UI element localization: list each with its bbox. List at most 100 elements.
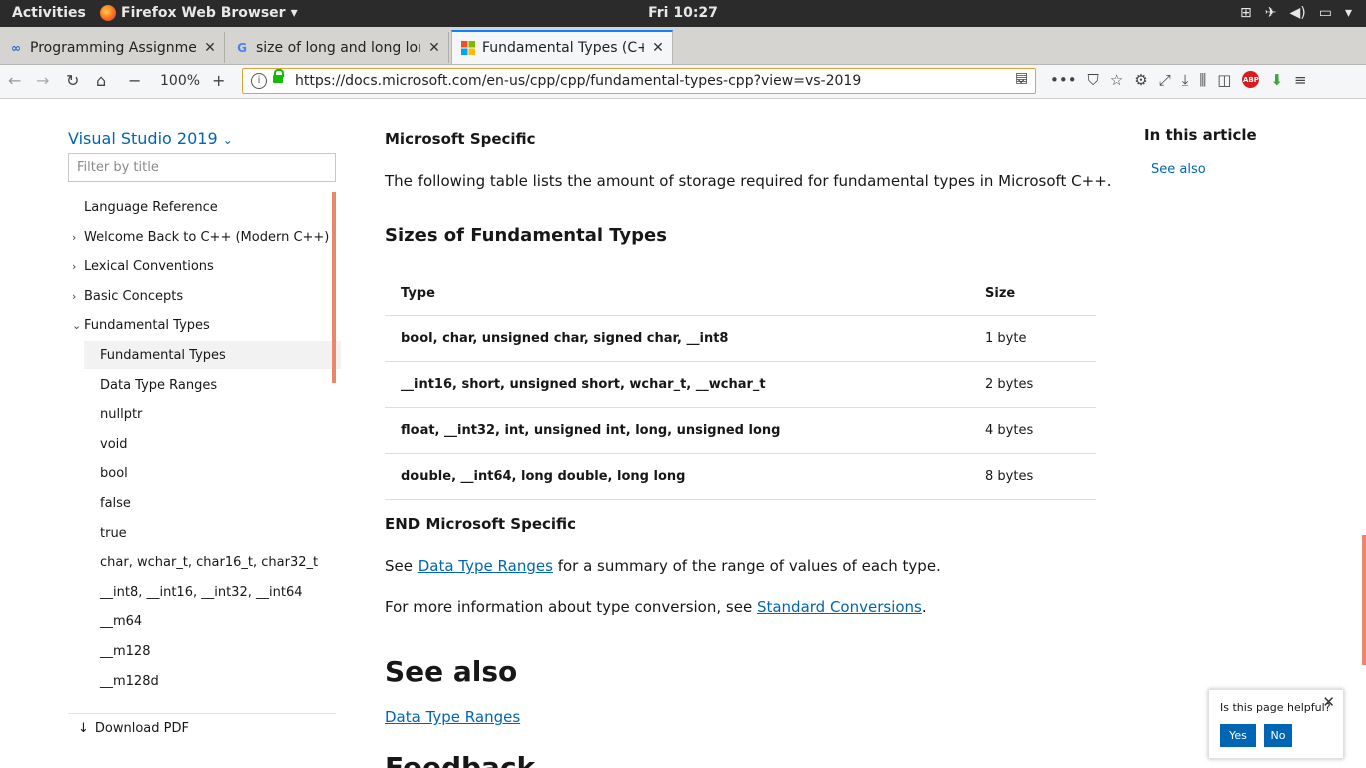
in-this-article-see-also-link[interactable]: See also: [1151, 162, 1206, 177]
pocket-icon[interactable]: ⛉: [1088, 71, 1099, 89]
toc-item-m64[interactable]: __m64: [68, 607, 358, 635]
close-icon[interactable]: ✕: [1322, 693, 1335, 711]
url-text[interactable]: https://docs.microsoft.com/en-us/cpp/cpp…: [295, 73, 861, 89]
sidebar-icon[interactable]: ◫: [1217, 71, 1231, 89]
close-tab-icon[interactable]: ✕: [426, 40, 442, 56]
end-microsoft-specific-heading: END Microsoft Specific: [385, 515, 577, 533]
toc-item-welcome-back[interactable]: › Welcome Back to C++ (Modern C++): [68, 223, 342, 251]
type-cell: double, __int64, long double, long long: [385, 453, 969, 500]
page-actions-icon[interactable]: •••: [1050, 71, 1077, 89]
microsoft-logo-icon: [460, 40, 476, 56]
column-header-type: Type: [385, 271, 969, 316]
tab-strip: ∞ Programming Assignment ✕ G size of lon…: [0, 27, 1366, 84]
back-arrow-icon[interactable]: ←: [8, 71, 21, 90]
chevron-down-icon[interactable]: ▾: [1345, 5, 1352, 21]
tab-title: size of long and long long: [256, 39, 420, 56]
toc-item-fundamental-types[interactable]: Fundamental Types: [84, 341, 341, 369]
info-icon[interactable]: i: [251, 73, 267, 89]
airplane-mode-icon[interactable]: ✈: [1265, 5, 1277, 21]
zoom-out-icon[interactable]: −: [128, 71, 141, 90]
battery-icon[interactable]: ▭: [1319, 5, 1332, 21]
activities-button[interactable]: Activities: [12, 5, 86, 21]
app-menu[interactable]: Firefox Web Browser ▾: [100, 5, 298, 21]
table-row: float, __int32, int, unsigned int, long,…: [385, 407, 1096, 454]
table-row: bool, char, unsigned char, signed char, …: [385, 315, 1096, 362]
tab-programming-assignment[interactable]: ∞ Programming Assignment ✕: [0, 32, 225, 63]
forward-arrow-icon[interactable]: →: [36, 71, 49, 90]
toc-item-data-type-ranges[interactable]: Data Type Ranges: [68, 371, 358, 399]
toc-item-label: __m128d: [100, 673, 159, 689]
column-header-size: Size: [969, 271, 1096, 316]
zoom-level[interactable]: 100%: [160, 73, 200, 89]
toc-item-void[interactable]: void: [68, 430, 358, 458]
toc-item-label: Fundamental Types: [84, 317, 210, 333]
home-icon[interactable]: ⌂: [96, 71, 106, 90]
bookmark-star-icon[interactable]: ☆: [1110, 71, 1123, 89]
toc-item-char-types[interactable]: char, wchar_t, char16_t, char32_t: [68, 548, 358, 576]
filter-input[interactable]: [68, 153, 336, 182]
toc-item-nullptr[interactable]: nullptr: [68, 400, 358, 428]
tab-size-of-long[interactable]: G size of long and long long ✕: [226, 32, 449, 63]
toc-item-int-types[interactable]: __int8, __int16, __int32, __int64: [68, 578, 358, 606]
download-icon[interactable]: ⤓: [1182, 71, 1189, 89]
toc-item-language-reference[interactable]: Language Reference: [68, 193, 342, 221]
chevron-down-icon: ⌄: [222, 133, 233, 147]
reload-icon[interactable]: ↻: [66, 71, 79, 90]
google-g-icon: G: [237, 40, 247, 55]
feedback-heading: Feedback: [385, 751, 536, 768]
yes-button[interactable]: Yes: [1220, 724, 1256, 747]
size-cell: 1 byte: [969, 315, 1096, 362]
see-also-data-type-ranges-link[interactable]: Data Type Ranges: [385, 708, 520, 726]
download-pdf-link[interactable]: ↓ Download PDF: [68, 713, 336, 736]
no-button[interactable]: No: [1264, 724, 1292, 747]
size-cell: 2 bytes: [969, 361, 1096, 408]
toc-item-label: __m64: [100, 613, 143, 629]
toc-item-lexical-conventions[interactable]: › Lexical Conventions: [68, 252, 342, 280]
toc-item-m128[interactable]: __m128: [68, 637, 358, 665]
menu-icon[interactable]: ≡: [1294, 71, 1307, 89]
chevron-right-icon: ›: [72, 230, 77, 244]
settings-gear-icon[interactable]: ⚙: [1134, 71, 1147, 89]
lock-icon[interactable]: [273, 69, 284, 83]
toc-item-label: nullptr: [100, 406, 143, 422]
extension-download-icon[interactable]: ⬇: [1270, 71, 1283, 89]
data-type-ranges-link[interactable]: Data Type Ranges: [418, 557, 553, 575]
toc-item-true[interactable]: true: [68, 519, 358, 547]
toc-item-label: Language Reference: [84, 199, 218, 215]
toc-item-label: __m128: [100, 643, 151, 659]
toc-item-label: char, wchar_t, char16_t, char32_t: [100, 554, 319, 570]
volume-icon[interactable]: ◀): [1290, 5, 1306, 21]
infinity-icon: ∞: [11, 40, 21, 55]
zoom-in-icon[interactable]: +: [212, 71, 225, 90]
toc-item-m128d[interactable]: __m128d: [68, 667, 358, 695]
see-prefix: See: [385, 557, 418, 575]
tab-fundamental-types[interactable]: Fundamental Types (C++) ✕: [451, 30, 673, 64]
fullscreen-icon[interactable]: ⤢: [1159, 71, 1171, 89]
toc-item-false[interactable]: false: [68, 489, 358, 517]
adblock-plus-icon[interactable]: ABP: [1242, 71, 1260, 88]
close-tab-icon[interactable]: ✕: [202, 40, 218, 56]
helpful-question: Is this page helpful?: [1220, 701, 1331, 714]
system-tray[interactable]: ⊞ ✈ ◀) ▭ ▾: [1240, 5, 1352, 21]
toc-item-bool[interactable]: bool: [68, 459, 358, 487]
toc-scrollbar[interactable]: [332, 192, 336, 383]
toc-item-label: false: [100, 495, 131, 511]
close-tab-icon[interactable]: ✕: [650, 40, 666, 56]
library-icon[interactable]: ⫼: [1199, 71, 1206, 89]
toc-item-label: true: [100, 525, 127, 541]
table-header-row: Type Size: [385, 271, 1096, 316]
reader-view-icon[interactable]: ▤: [1015, 70, 1028, 86]
tab-title: Fundamental Types (C++): [482, 40, 644, 56]
chevron-right-icon: ›: [72, 289, 77, 303]
toc-item-basic-concepts[interactable]: › Basic Concepts: [68, 282, 342, 310]
tab-title: Programming Assignment: [30, 39, 196, 56]
network-icon[interactable]: ⊞: [1240, 5, 1252, 21]
type-cell: bool, char, unsigned char, signed char, …: [385, 315, 969, 362]
standard-conversions-link[interactable]: Standard Conversions: [757, 598, 922, 616]
version-selector[interactable]: Visual Studio 2019 ⌄: [68, 129, 233, 148]
toc-item-fundamental-types-group[interactable]: ⌄ Fundamental Types: [68, 311, 342, 339]
chevron-down-icon: ▾: [290, 5, 298, 21]
address-bar[interactable]: i https://docs.microsoft.com/en-us/cpp/c…: [242, 68, 1036, 94]
page-scrollbar-thumb[interactable]: [1362, 535, 1366, 665]
toc-item-label: Fundamental Types: [100, 347, 226, 363]
